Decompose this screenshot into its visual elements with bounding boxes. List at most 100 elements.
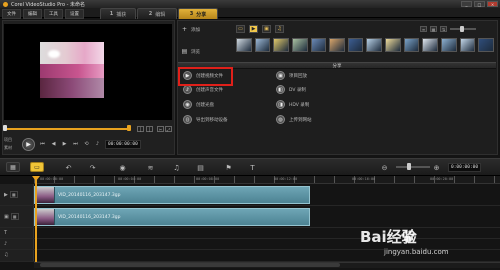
end-icon[interactable]: ⏭ <box>72 141 79 148</box>
trim-end-handle[interactable] <box>127 125 131 131</box>
timeline-view-button[interactable]: ▭ <box>30 162 44 172</box>
repeat-icon[interactable]: ⟲ <box>83 141 90 148</box>
mode-project[interactable]: 项目 <box>4 137 18 143</box>
play-button[interactable]: ▶ <box>22 137 35 151</box>
add-button[interactable]: + 添加 <box>181 26 200 33</box>
title-track-label[interactable]: T <box>4 230 7 236</box>
video-filter-icon[interactable]: ▶ <box>249 25 258 33</box>
media-thumbnail[interactable] <box>347 38 364 52</box>
audio-icon: ♪ <box>183 85 192 94</box>
timeline-scrollbar-thumb[interactable] <box>40 263 340 267</box>
mixer-icon[interactable]: ≋ <box>146 163 155 172</box>
media-thumbnail[interactable] <box>366 38 383 52</box>
dv-icon: ◧ <box>276 85 285 94</box>
menu-tools[interactable]: 工具 <box>44 9 63 19</box>
preview-timecode[interactable]: 00:00:00:00 <box>105 139 141 149</box>
zoom-knob[interactable] <box>460 26 464 32</box>
video-track-icon: ▶ <box>4 191 8 198</box>
prev-frame-icon[interactable]: ◀ <box>50 141 57 148</box>
media-thumbnail[interactable] <box>291 38 308 52</box>
storyboard-view-button[interactable]: ▦ <box>6 162 20 172</box>
media-thumbnail[interactable] <box>310 38 327 52</box>
overlay-track-label[interactable]: ▣ ■ <box>4 213 19 220</box>
undo-icon[interactable]: ↶ <box>64 163 73 172</box>
timeline-zoom-slider[interactable] <box>396 166 430 168</box>
media-thumbnail[interactable] <box>329 38 345 52</box>
timeline-timecode[interactable]: 0:00:00:00 <box>448 163 482 172</box>
thumb-view-icon[interactable]: ▦ <box>430 26 437 32</box>
mark-out-button[interactable]: ] <box>146 126 153 132</box>
plus-icon: + <box>181 26 188 33</box>
media-thumbnail[interactable] <box>478 38 494 52</box>
option-label: HDV 录制 <box>289 102 310 108</box>
media-thumbnail[interactable] <box>254 38 271 52</box>
step-label: 编辑 <box>155 11 166 18</box>
next-frame-icon[interactable]: ▶ <box>61 141 68 148</box>
audio-filter-icon[interactable]: ♫ <box>275 25 284 33</box>
zoom-out-icon[interactable]: ⊖ <box>380 163 389 172</box>
image-filter-icon[interactable]: ▣ <box>262 25 271 33</box>
library-toolbar: ▭ ▶ ▣ ♫ <box>236 24 284 34</box>
step-tab-edit[interactable]: 2 编辑 <box>137 8 177 19</box>
app-icon <box>3 1 8 7</box>
hdv-recording-option[interactable]: ◨ HDV 录制 <box>276 100 309 109</box>
scrubber-handle[interactable] <box>3 125 7 131</box>
media-thumbnail[interactable] <box>459 38 476 52</box>
video-clip[interactable]: VID_20140116_203147.3gp <box>34 186 310 204</box>
thumbnail-zoom-slider[interactable] <box>450 26 476 32</box>
voice-track-label[interactable]: ♪ <box>4 241 7 247</box>
media-thumbnail[interactable] <box>422 38 439 52</box>
minimize-button[interactable]: _ <box>461 1 472 7</box>
auto-music-icon[interactable]: ♫ <box>172 163 181 172</box>
mode-labels: 项目 素材 <box>4 137 18 151</box>
media-thumbnail[interactable] <box>441 38 457 52</box>
create-audio-file-option[interactable]: ♪ 创建声音文件 <box>183 85 223 94</box>
track-toggle-icon[interactable]: ■ <box>9 191 18 198</box>
enlarge-icon[interactable]: ⤢ <box>165 126 172 132</box>
ruler-label: 00:00:04:00 <box>118 177 142 181</box>
video-track-label[interactable]: ▶ ■ <box>4 191 18 198</box>
mode-clip[interactable]: 素材 <box>4 145 18 151</box>
zoom-in-icon[interactable]: ⊕ <box>432 163 441 172</box>
overlay-clip[interactable]: VID_20140116_203147.3gp <box>34 208 310 226</box>
track-manager-icon[interactable]: ▤ <box>196 163 205 172</box>
voice-track-icon: ♪ <box>4 241 8 247</box>
menu-settings[interactable]: 设置 <box>65 9 84 19</box>
folder-icon[interactable]: ▭ <box>236 25 245 33</box>
maximize-button[interactable]: □ <box>474 1 485 7</box>
close-button[interactable]: × <box>487 1 498 7</box>
timeline-zoom-knob[interactable] <box>407 163 411 170</box>
subtitle-icon[interactable]: T <box>248 163 257 172</box>
track-toggle-icon[interactable]: ■ <box>10 213 19 220</box>
dv-recording-option[interactable]: ◧ DV 录制 <box>276 85 306 94</box>
chapter-icon[interactable]: ⚑ <box>224 163 233 172</box>
menu-file[interactable]: 文件 <box>2 9 21 19</box>
scrubber-fill <box>4 128 130 130</box>
music-track-label[interactable]: ♫ <box>4 252 8 258</box>
browse-label: 浏览 <box>191 49 200 55</box>
playhead[interactable] <box>35 176 37 266</box>
volume-icon[interactable]: ♪ <box>94 141 101 148</box>
clip-thumbnail <box>35 209 55 225</box>
ruler-label: 00:00:08:00 <box>196 177 220 181</box>
export-mobile-option[interactable]: ▯ 导出到移动设备 <box>183 115 228 124</box>
sort-icon[interactable]: ⇅ <box>440 26 447 32</box>
media-thumbnail[interactable] <box>403 38 420 52</box>
menu-edit[interactable]: 编辑 <box>23 9 42 19</box>
upload-web-option[interactable]: ◎ 上传到网站 <box>276 115 312 124</box>
media-thumbnail[interactable] <box>273 38 289 52</box>
project-playback-option[interactable]: ▣ 项目回放 <box>276 71 307 80</box>
mark-in-button[interactable]: [ <box>137 126 144 132</box>
step-label: 分享 <box>196 11 207 18</box>
media-thumbnail[interactable] <box>385 38 401 52</box>
step-tab-capture[interactable]: 1 捕获 <box>100 8 136 19</box>
cut-icon[interactable]: ✂ <box>157 126 164 132</box>
record-icon[interactable]: ◉ <box>118 163 127 172</box>
list-view-icon[interactable]: ≡ <box>420 26 427 32</box>
media-thumbnail[interactable] <box>236 38 252 52</box>
browse-button[interactable]: ▤ 浏览 <box>181 48 200 55</box>
create-disc-option[interactable]: ◉ 创建光盘 <box>183 100 214 109</box>
redo-icon[interactable]: ↷ <box>88 163 97 172</box>
home-icon[interactable]: ⏮ <box>39 141 46 148</box>
step-tab-share[interactable]: 3 分享 <box>178 8 218 19</box>
